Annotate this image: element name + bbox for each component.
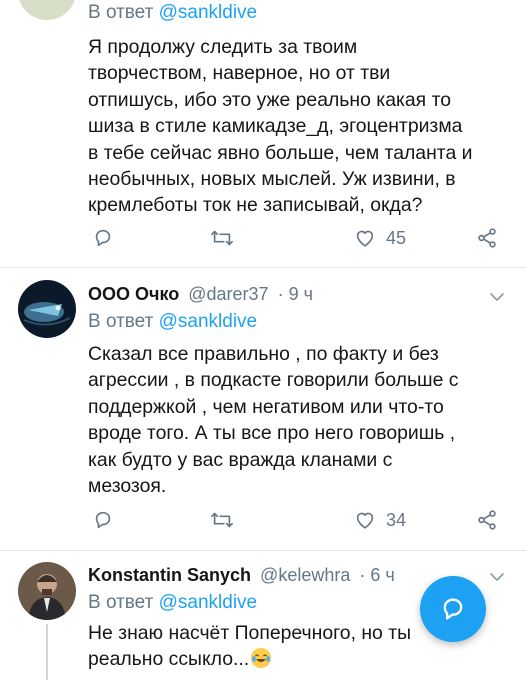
tweet-1[interactable]: В ответ @sankldive Я продолжу следить за… xyxy=(0,0,526,268)
share-button[interactable] xyxy=(476,224,498,252)
reply-button[interactable] xyxy=(92,506,114,534)
author-handle[interactable]: @darer37 xyxy=(188,284,268,304)
tweet-text-line: отпишусь, ибо это уже реально какая то xyxy=(88,88,452,111)
author-handle[interactable]: @kelewhra xyxy=(260,565,350,585)
tweet-text-line: вроде того. А ты все про него говоришь , xyxy=(88,422,456,445)
reply-to-line: В ответ @sankldive xyxy=(88,309,504,334)
reply-prefix: В ответ xyxy=(88,2,154,23)
tweet-text-line: в тебе сейчас явно больше, чем таланта и xyxy=(88,141,473,164)
compose-reply-icon xyxy=(443,598,463,620)
like-count: 34 xyxy=(386,509,407,530)
tweet-text-line: как будто у вас вражда кланами с xyxy=(88,448,393,471)
avatar[interactable] xyxy=(18,0,76,20)
reply-icon xyxy=(95,511,111,529)
tweet-actions: 34 xyxy=(88,506,508,534)
avatar[interactable] xyxy=(18,562,76,620)
reply-handle-link[interactable]: @sankldive xyxy=(159,311,258,332)
tweet-text-segment: реально ссыкло... xyxy=(88,648,250,671)
tweet-2[interactable]: ООО Очко @darer37 · 9 ч В ответ @sankldi… xyxy=(0,268,526,550)
retweet-button[interactable] xyxy=(210,224,234,252)
like-count: 45 xyxy=(386,227,407,248)
tweet-text: Я продолжу следить за твоим творчеством,… xyxy=(88,34,504,219)
share-icon xyxy=(478,510,496,530)
tweet-time: · 6 ч xyxy=(359,565,395,585)
retweet-icon xyxy=(211,230,233,246)
tweet-text-line: кремлеботы ток не записывай, окда? xyxy=(88,194,423,217)
reply-prefix: В ответ xyxy=(88,311,154,332)
chevron-down-icon[interactable] xyxy=(488,568,506,586)
like-button[interactable]: 45 xyxy=(354,224,406,252)
retweet-button[interactable] xyxy=(210,506,234,534)
reply-button[interactable] xyxy=(92,224,114,252)
tears-of-joy-emoji xyxy=(251,648,272,669)
thread-line xyxy=(46,624,48,680)
reply-handle-link[interactable]: @sankldive xyxy=(159,2,258,23)
tweet-text-line: агрессии , в подкасте говорили больше с xyxy=(88,369,459,392)
tweet-text-line: поддержкой , чем негативом или что-то xyxy=(88,395,444,418)
tweet-header: ООО Очко @darer37 · 9 ч xyxy=(88,282,504,306)
author-name[interactable]: Konstantin Sanych xyxy=(88,565,251,585)
tweet-text-line: необычных, новых мыслей. Уж извини, в xyxy=(88,168,456,191)
compose-reply-button[interactable] xyxy=(420,576,486,642)
tweet-text: Сказал все правильно , по факту и без аг… xyxy=(88,341,504,499)
tweet-text-line: Сказал все правильно , по факту и без xyxy=(88,343,439,365)
tweet-time: · 9 ч xyxy=(277,284,313,304)
tweet-text-line: Я продолжу следить за твоим xyxy=(88,36,358,58)
share-button[interactable] xyxy=(476,506,498,534)
avatar[interactable] xyxy=(18,280,76,338)
tweet-text-line: мезозоя. xyxy=(88,475,167,498)
reply-icon xyxy=(95,229,111,247)
author-name[interactable]: ООО Очко xyxy=(88,284,179,304)
reply-handle-link[interactable]: @sankldive xyxy=(159,592,258,613)
tweet-text-line: творчеством, наверное, но от тви xyxy=(88,62,391,85)
tweet-text-line: шиза в стиле камикадзе_д, эгоцентризма xyxy=(88,115,463,138)
heart-icon xyxy=(356,512,374,529)
retweet-icon xyxy=(211,512,233,528)
chevron-down-icon[interactable] xyxy=(488,288,506,306)
like-button[interactable]: 34 xyxy=(354,506,406,534)
heart-icon xyxy=(356,230,374,247)
tweet-actions: 45 xyxy=(88,224,508,252)
reply-prefix: В ответ xyxy=(88,592,154,613)
reply-to-line: В ответ @sankldive xyxy=(88,0,504,25)
tweet-text-line: реально ссыкло... xyxy=(88,646,504,672)
share-icon xyxy=(478,228,496,248)
